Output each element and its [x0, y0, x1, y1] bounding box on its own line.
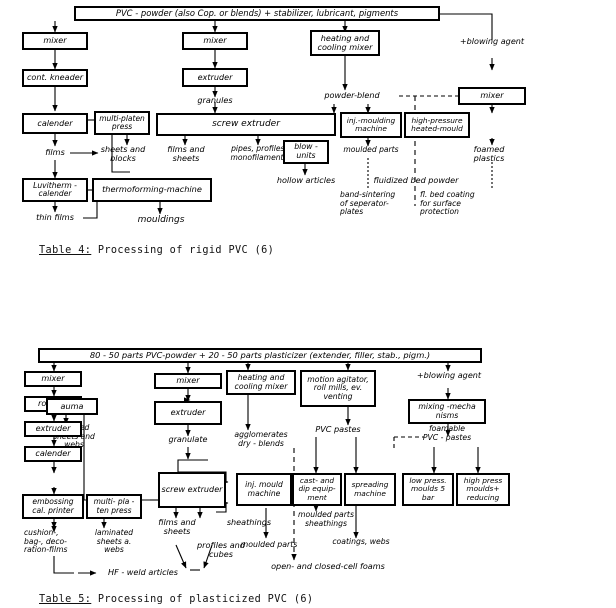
fig2-box-mixer-left: mixer	[24, 371, 82, 387]
fig1-box-screw-extruder: screw extruder	[156, 113, 336, 136]
fig1-box-luvitherm-calender: Luvitherm - calender	[22, 178, 88, 202]
fig1-box-cont-kneader: cont. kneader	[22, 69, 88, 87]
fig2-box-high-press-moulds: high press moulds+ reducing	[456, 473, 510, 506]
fig2-caption: Table 5: Processing of plasticized PVC (…	[39, 594, 313, 605]
fig1-label-band-sintering: band-sintering of seperator- plates	[340, 190, 396, 217]
fig1-box-extruder-mid: extruder	[182, 68, 248, 87]
fig2-box-extruder-mid: extruder	[154, 401, 222, 425]
fig1-caption: Table 4: Processing of rigid PVC (6)	[39, 245, 274, 256]
fig2-label-open-closed-cell-foams: open- and closed-cell foams	[271, 561, 385, 571]
fig2-box-auma: auma	[46, 398, 98, 415]
fig2-box-heating-cooling-mixer: heating and cooling mixer	[226, 370, 296, 395]
fig2-box-screw-extruder: screw extruder	[158, 472, 226, 508]
fig2-box-spreading-machine: spreading machine	[344, 473, 396, 506]
fig1-label-foamed-plastics: foamed plastics	[473, 144, 505, 164]
fig1-box-mixer-left: mixer	[22, 32, 88, 50]
fig1-caption-label: Table 4:	[39, 245, 92, 256]
fig2-box-mixer-mid: mixer	[154, 373, 222, 389]
fig2-label-pvc-pastes: PVC pastes	[315, 424, 361, 434]
fig2-box-calender: calender	[24, 446, 82, 462]
fig2-caption-label: Table 5:	[39, 594, 92, 605]
fig2-box-embossing-cal-printer: embossing cal. printer	[22, 494, 84, 519]
fig1-header-box: PVC - powder (also Cop. or blends) + sta…	[74, 6, 440, 21]
fig2-caption-text: Processing of plasticized PVC (6)	[91, 594, 314, 605]
fig2-box-cast-and-dip-equipment: cast- and dip equip- ment	[292, 473, 342, 506]
fig2-box-low-press-moulds: low press. moulds 5 bar	[402, 473, 454, 506]
fig2-label-moulded-parts-sheathings: moulded parts sheathings	[298, 510, 354, 528]
fig1-label-hollow-articles: hollow articles	[276, 175, 336, 185]
fig1-box-calender: calender	[22, 113, 88, 134]
fig2-label-foamable-pvc-pastes: foamable PVC - pastes	[422, 424, 472, 442]
fig1-box-multi-platen-press: multi-platen press	[94, 111, 150, 135]
fig1-box-mixer-right: mixer	[458, 87, 526, 105]
fig2-label-granulate: granulate	[168, 434, 208, 444]
fig1-label-thin-films: thin films	[36, 212, 74, 222]
fig1-label-granules: granules	[197, 95, 233, 105]
fig2-label-films-and-sheets: films and sheets	[158, 517, 196, 537]
fig1-label-fluidized-bed-powder: fluidized bed powder	[373, 175, 459, 185]
fig1-caption-text: Processing of rigid PVC (6)	[91, 245, 275, 256]
fig2-label-hf-weld-articles: HF - weld articles	[108, 567, 178, 577]
fig1-label-fl-bed-coating: fl. bed coating for surface protection	[420, 190, 475, 217]
fig2-label-moulded-parts: moulded parts	[240, 540, 298, 549]
fig2-box-extruder-left: extruder	[24, 421, 82, 437]
fig1-box-inj-moulding-machine: inj.-moulding machine	[340, 112, 402, 138]
fig1-label-sheets-and-blocks: sheets and blocks	[100, 144, 146, 164]
fig1-label-powder-blend: powder-blend	[324, 90, 380, 100]
fig1-box-thermoforming-machine: thermoforming-machine	[92, 178, 212, 202]
fig2-label-blowing-agent: +blowing agent	[416, 370, 482, 380]
fig1-box-mixer-mid: mixer	[182, 32, 248, 50]
fig2-box-mixing-mechanisms: mixing -mecha nisms	[408, 399, 486, 424]
fig1-label-moulded-parts: moulded parts	[343, 145, 399, 154]
fig2-label-coatings-webs: coatings, webs	[332, 537, 390, 546]
fig1-label-films-and-sheets: films and sheets	[167, 144, 205, 164]
fig1-label-films: films	[45, 147, 65, 157]
fig1-box-high-pressure-heated-mould: high-pressure heated-mould	[404, 112, 470, 138]
fig1-label-blowing-agent: +blowing agent	[459, 36, 525, 46]
fig1-label-mouldings: mouldings	[137, 215, 185, 225]
fig2-label-agglomerates-dry-blends: agglomerates dry - blends	[234, 430, 288, 448]
fig2-header-box: 80 - 50 parts PVC-powder + 20 - 50 parts…	[38, 348, 482, 363]
fig2-label-sheathings: sheathings	[226, 517, 272, 527]
fig2-box-motion-agitator: motion agitator, roll mills, ev. venting	[300, 370, 376, 407]
fig1-box-heating-cooling-mixer: heating and cooling mixer	[310, 30, 380, 56]
fig2-box-inj-mould-machine: inj. mould machine	[236, 473, 292, 506]
fig1-box-blow-units: blow - units	[283, 140, 329, 164]
fig2-label-laminated-sheets-webs: laminated sheets a. webs	[94, 528, 134, 555]
fig2-box-multi-platen-press: multi- pla - ten press	[86, 494, 142, 519]
